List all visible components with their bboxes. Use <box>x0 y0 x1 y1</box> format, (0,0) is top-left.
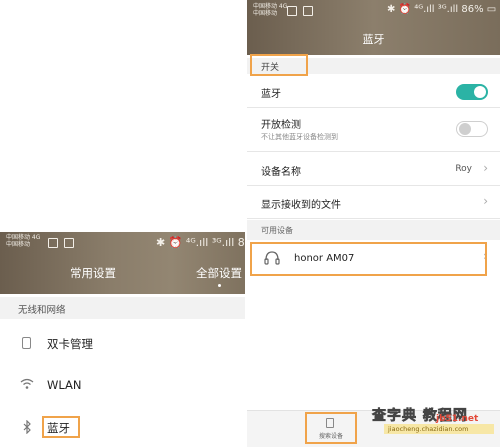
watermark-url: jiaocheng.chazidian.com <box>384 424 494 434</box>
image-notification-icon <box>287 6 297 16</box>
settings-header: 中国移动 4G 中国移动 ✱ ⏰ ⁴ᴳ.ıll ³ᴳ.ıll 85 常用设置 全… <box>0 232 245 294</box>
sim-notification-icon <box>303 6 313 16</box>
bluetooth-toggle[interactable] <box>456 84 488 100</box>
carrier-info: 中国移动 4G 中国移动 <box>6 234 41 248</box>
sim-card-icon <box>22 337 31 349</box>
chevron-right-icon: › <box>483 194 488 208</box>
chevron-right-icon: › <box>483 161 488 175</box>
tab-common-settings[interactable]: 常用设置 <box>70 265 116 281</box>
tab-indicator <box>218 284 221 287</box>
section-header-wireless: 无线和网络 <box>0 297 245 319</box>
status-icons: ✱ ⏰ ⁴ᴳ.ıll ³ᴳ.ıll 85 <box>156 236 245 249</box>
settings-screen: 中国移动 4G 中国移动 ✱ ⏰ ⁴ᴳ.ıll ³ᴳ.ıll 85 常用设置 全… <box>0 232 245 447</box>
watermark-site: jb51.net <box>436 414 479 424</box>
sim-notification-icon <box>64 238 74 248</box>
device-name-row[interactable]: 设备名称 Roy › <box>247 152 500 186</box>
tab-all-settings[interactable]: 全部设置 <box>196 265 242 281</box>
switch-highlight-box <box>250 54 308 76</box>
bluetooth-icon <box>20 419 34 435</box>
carrier-info: 中国移动 4G 中国移动 <box>253 3 288 17</box>
wifi-icon <box>20 378 34 392</box>
section-header-available-devices: 可用设备 <box>247 220 500 240</box>
scan-devices-button[interactable]: 搜索设备 <box>305 412 357 444</box>
status-icons: ✱ ⏰ ⁴ᴳ.ıll ³ᴳ.ıll 86% ▭ 09:19 <box>387 4 500 15</box>
bluetooth-highlight-box <box>42 416 80 438</box>
list-item-dual-sim[interactable]: 双卡管理 <box>0 324 245 362</box>
visibility-toggle[interactable] <box>456 121 488 137</box>
list-item-wlan[interactable]: WLAN <box>0 366 245 404</box>
bluetooth-toggle-row[interactable]: 蓝牙 <box>247 76 500 108</box>
page-title: 蓝牙 <box>362 33 385 46</box>
device-highlight-box <box>250 242 487 276</box>
search-device-icon <box>326 418 334 428</box>
bluetooth-screen: 中国移动 4G 中国移动 ✱ ⏰ ⁴ᴳ.ıll ³ᴳ.ıll 86% ▭ 09:… <box>247 0 500 447</box>
visibility-toggle-row[interactable]: 开放检测 不让其他蓝牙设备检测到 <box>247 108 500 152</box>
received-files-row[interactable]: 显示接收到的文件 › <box>247 186 500 219</box>
list-item-bluetooth[interactable]: 蓝牙 <box>0 408 245 446</box>
image-notification-icon <box>48 238 58 248</box>
bluetooth-header: 中国移动 4G 中国移动 ✱ ⏰ ⁴ᴳ.ıll ³ᴳ.ıll 86% ▭ 09:… <box>247 0 500 55</box>
